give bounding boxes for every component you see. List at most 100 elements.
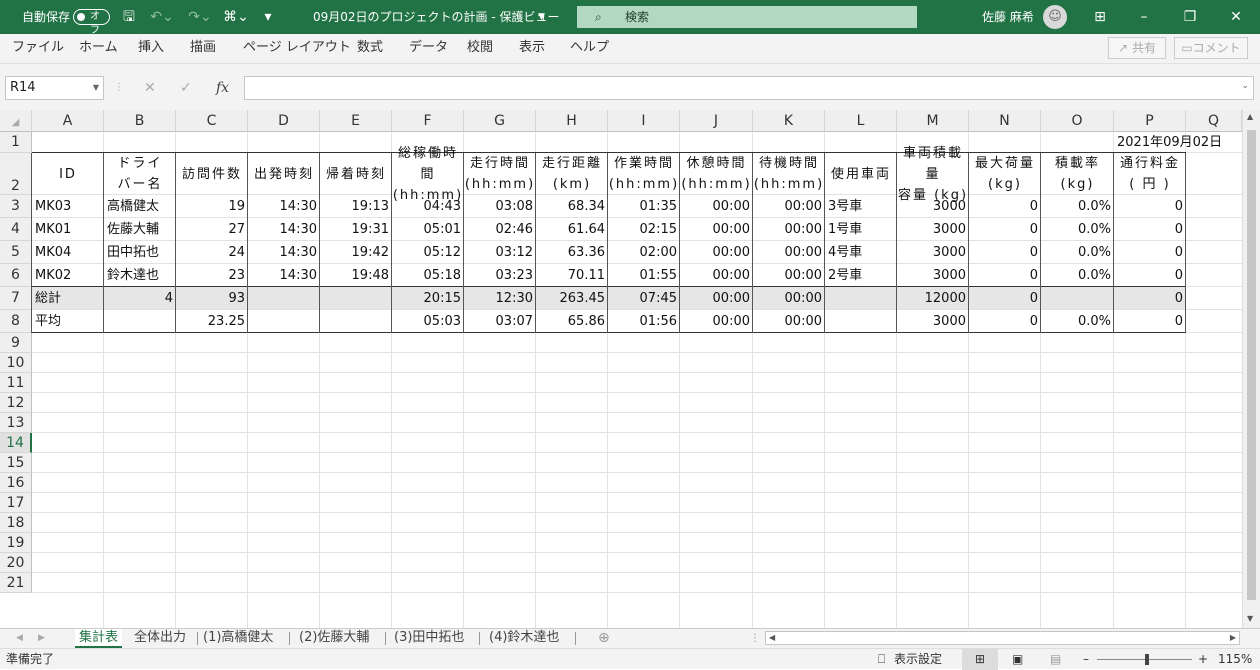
vertical-scrollbar[interactable]: ▲ ▼ <box>1242 110 1260 628</box>
touch-mode-icon[interactable]: ⌘⌄ <box>222 0 250 34</box>
row-header-21[interactable]: 21 <box>0 573 32 593</box>
row-header-2[interactable]: 2 <box>0 153 32 195</box>
row-header-16[interactable]: 16 <box>0 473 32 493</box>
hscroll-thumb[interactable] <box>782 634 1197 642</box>
restore-icon[interactable]: ❐ <box>1180 0 1200 34</box>
tab-insert[interactable]: 挿入 <box>138 34 164 64</box>
sheet-tab-summary[interactable]: 集計表 <box>75 629 123 648</box>
name-box[interactable]: R14 ▼ <box>5 76 104 100</box>
cancel-icon[interactable]: ✕ <box>144 76 156 100</box>
column-header-i[interactable]: I <box>608 110 680 132</box>
row-header-4[interactable]: 4 <box>0 218 32 241</box>
tab-draw[interactable]: 描画 <box>190 34 216 64</box>
sheet-tab-all[interactable]: 全体出力 <box>130 629 190 648</box>
tab-review[interactable]: 校閲 <box>467 34 493 64</box>
sheet-tab-4[interactable]: (4)鈴木達也 <box>485 629 563 648</box>
row-header-13[interactable]: 13 <box>0 413 32 433</box>
scroll-left-icon[interactable]: ◀ <box>769 632 775 644</box>
row-header-18[interactable]: 18 <box>0 513 32 533</box>
tab-home[interactable]: ホーム <box>79 34 118 64</box>
minimize-icon[interactable]: – <box>1134 0 1154 34</box>
tab-file[interactable]: ファイル <box>12 34 64 64</box>
enter-icon[interactable]: ✓ <box>180 76 192 100</box>
comment-button[interactable]: ▭コメント <box>1174 37 1248 59</box>
select-all-corner[interactable]: ◢ <box>0 110 32 132</box>
column-header-c[interactable]: C <box>176 110 248 132</box>
row-header-14[interactable]: 14 <box>0 433 32 453</box>
user-avatar-icon[interactable]: ☺ <box>1043 5 1067 29</box>
row-header-19[interactable]: 19 <box>0 533 32 553</box>
column-header-q[interactable]: Q <box>1186 110 1242 132</box>
tab-next-icon[interactable]: ▶ <box>38 629 45 648</box>
search-box[interactable]: ⌕ 検索 <box>577 6 917 28</box>
column-header-m[interactable]: M <box>897 110 969 132</box>
column-header-l[interactable]: L <box>825 110 897 132</box>
tab-prev-icon[interactable]: ◀ <box>16 629 23 648</box>
scroll-down-icon[interactable]: ▼ <box>1247 614 1253 623</box>
row-header-11[interactable]: 11 <box>0 373 32 393</box>
page-layout-view-icon[interactable]: ▣ <box>1012 649 1023 670</box>
row-header-6[interactable]: 6 <box>0 264 32 287</box>
page-break-view-icon[interactable]: ▤ <box>1050 649 1061 670</box>
zoom-in-icon[interactable]: + <box>1198 649 1208 670</box>
column-header-k[interactable]: K <box>753 110 825 132</box>
tab-page-layout[interactable]: ページ レイアウト <box>243 34 351 64</box>
save-icon[interactable]: 🖫 <box>120 0 138 34</box>
tab-splitter-icon[interactable]: ⋮ <box>750 629 760 648</box>
user-name[interactable]: 佐藤 麻希 <box>982 0 1034 34</box>
column-header-h[interactable]: H <box>536 110 608 132</box>
column-header-o[interactable]: O <box>1041 110 1114 132</box>
display-settings-button[interactable]: 表示設定 <box>894 649 942 670</box>
column-header-b[interactable]: B <box>104 110 176 132</box>
formula-input[interactable]: ⌄ <box>244 76 1254 100</box>
row-header-7[interactable]: 7 <box>0 287 32 310</box>
row-header-12[interactable]: 12 <box>0 393 32 413</box>
row-header-1[interactable]: 1 <box>0 132 32 153</box>
sheet-tab-3[interactable]: (3)田中拓也 <box>390 629 468 648</box>
scroll-right-icon[interactable]: ▶ <box>1230 632 1236 644</box>
add-sheet-icon[interactable]: ⊕ <box>598 629 610 648</box>
column-header-j[interactable]: J <box>680 110 753 132</box>
row-header-10[interactable]: 10 <box>0 353 32 373</box>
autosave-toggle[interactable]: オフ <box>73 9 110 36</box>
expand-formula-icon[interactable]: ⌄ <box>1241 81 1249 91</box>
row-header-8[interactable]: 8 <box>0 310 32 333</box>
tab-data[interactable]: データ <box>409 34 448 64</box>
column-header-p[interactable]: P <box>1114 110 1186 132</box>
customize-qat-icon[interactable]: ▾ <box>260 0 276 34</box>
row-header-9[interactable]: 9 <box>0 333 32 353</box>
tab-formulas[interactable]: 数式 <box>357 34 383 64</box>
row-header-3[interactable]: 3 <box>0 195 32 218</box>
column-header-d[interactable]: D <box>248 110 320 132</box>
column-header-n[interactable]: N <box>969 110 1041 132</box>
worksheet-grid[interactable]: ◢ A B C D E F G H I J K L M N O P Q 1 2 3 4 5 6 7 8 9 10 11 12 13 14 15… <box>0 110 1242 628</box>
row-header-5[interactable]: 5 <box>0 241 32 264</box>
insert-function-icon[interactable]: fx <box>216 76 229 100</box>
sheet-tab-1[interactable]: (1)高橋健太 <box>199 629 277 648</box>
close-icon[interactable]: ✕ <box>1226 0 1246 34</box>
document-title[interactable]: 09月02日のプロジェクトの計画 - 保護ビュー <box>313 0 560 34</box>
scroll-up-icon[interactable]: ▲ <box>1247 112 1253 121</box>
normal-view-icon[interactable]: ⊞ <box>962 649 998 670</box>
title-dropdown-icon[interactable]: ▼ <box>538 0 545 34</box>
display-settings-icon[interactable]: ⎕ <box>878 649 885 670</box>
horizontal-scrollbar[interactable]: ◀ ▶ <box>765 631 1240 645</box>
column-header-f[interactable]: F <box>392 110 464 132</box>
name-box-dropdown-icon[interactable]: ▼ <box>93 77 99 99</box>
zoom-out-icon[interactable]: – <box>1083 649 1089 670</box>
column-header-a[interactable]: A <box>32 110 104 132</box>
column-header-e[interactable]: E <box>320 110 392 132</box>
ribbon-display-icon[interactable]: ⊞ <box>1090 0 1110 34</box>
scroll-thumb[interactable] <box>1247 130 1256 600</box>
column-header-g[interactable]: G <box>464 110 536 132</box>
row-header-17[interactable]: 17 <box>0 493 32 513</box>
sheet-tab-2[interactable]: (2)佐藤大輔 <box>295 629 373 648</box>
row-header-15[interactable]: 15 <box>0 453 32 473</box>
redo-icon[interactable]: ↷⌄ <box>186 0 214 34</box>
tab-view[interactable]: 表示 <box>519 34 545 64</box>
zoom-slider-thumb[interactable] <box>1145 654 1149 665</box>
share-button[interactable]: ↗ 共有 <box>1108 37 1166 59</box>
tab-help[interactable]: ヘルプ <box>570 34 609 64</box>
undo-icon[interactable]: ↶⌄ <box>148 0 176 34</box>
zoom-level[interactable]: 115% <box>1218 649 1252 670</box>
